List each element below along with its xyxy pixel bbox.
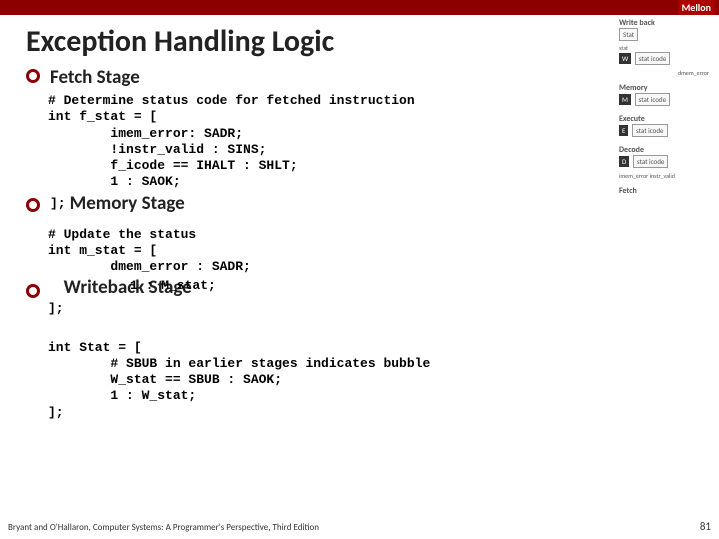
diagram-execute-label: Execute — [619, 114, 709, 124]
diagram-imem-error: imem_error instr_valid — [619, 172, 709, 180]
memory-close-bracket: ]; — [48, 301, 719, 317]
diagram-fetch-label: Fetch — [619, 186, 709, 196]
slide-title: Exception Handling Logic — [26, 23, 719, 60]
diagram-e-fields: stat icode — [632, 124, 668, 137]
diagram-w-reg: W — [619, 53, 631, 64]
diagram-e-reg: E — [619, 125, 628, 136]
page-number: 81 — [700, 520, 711, 533]
writeback-code: int Stat = [ # SBUB in earlier stages in… — [48, 340, 719, 421]
diagram-d-fields: stat icode — [633, 155, 669, 168]
pipeline-diagram: Write back Stat stat W stat icode dmem_e… — [619, 12, 709, 196]
diagram-w-fields: stat icode — [635, 52, 671, 65]
diagram-d-reg: D — [619, 156, 629, 167]
memory-code: # Update the status int m_stat = [ dmem_… — [48, 227, 719, 276]
memory-stage-label: Memory Stage — [70, 192, 185, 215]
memory-stage-heading: ]; Memory Stage — [26, 192, 719, 215]
diagram-decode-label: Decode — [619, 145, 709, 155]
footer-citation: Bryant and O'Hallaron, Computer Systems:… — [8, 522, 319, 533]
writeback-stage-heading: Writeback Stage 1 : M_stat; — [26, 276, 719, 299]
fetch-close-bracket: ]; — [50, 196, 66, 211]
diagram-m-fields: stat icode — [635, 93, 671, 106]
diagram-writeback-label: Write back — [619, 18, 709, 28]
memory-overlay-code: 1 : M_stat; — [130, 278, 216, 293]
bullet-icon — [26, 284, 40, 298]
diagram-stat-text: stat — [619, 44, 628, 52]
bullet-icon — [26, 198, 40, 212]
diagram-dmem-error: dmem_error — [619, 69, 709, 77]
diagram-memory-label: Memory — [619, 83, 709, 93]
header-bar: Mellon — [0, 0, 719, 15]
fetch-stage-heading: Fetch Stage — [26, 66, 719, 89]
bullet-icon — [26, 69, 40, 83]
diagram-stat-oval: Stat — [619, 28, 638, 41]
fetch-stage-label: Fetch Stage — [50, 66, 140, 89]
diagram-m-reg: M — [619, 94, 631, 105]
